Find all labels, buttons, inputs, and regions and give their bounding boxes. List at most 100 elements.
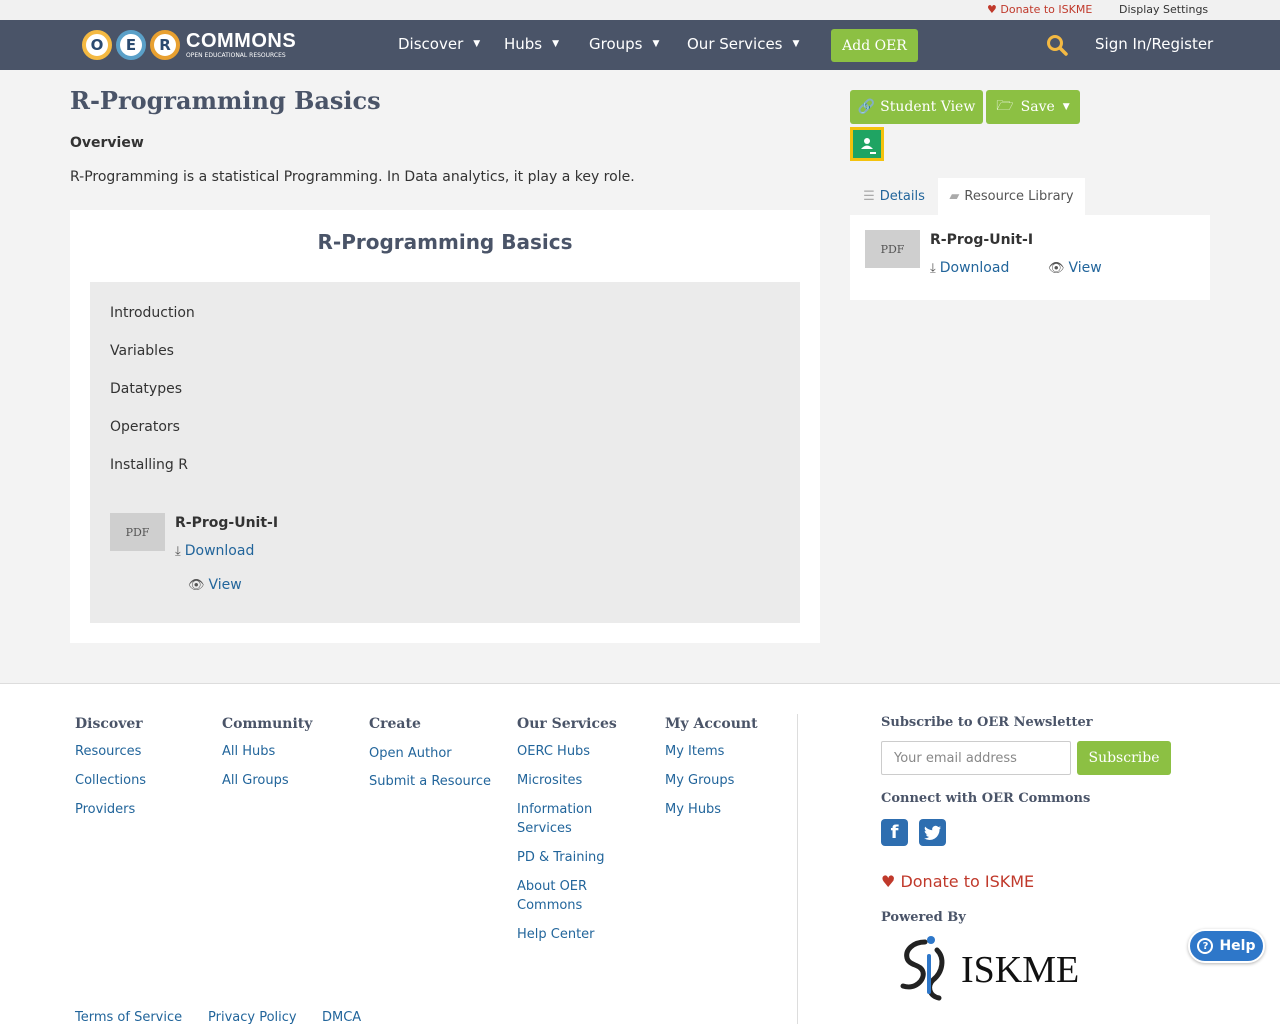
view-label: View [1068,260,1102,276]
save-label: Save [1020,99,1055,115]
topic-item: Installing R [110,457,188,473]
privacy-policy-link[interactable]: Privacy Policy [208,1010,297,1024]
file-name: R-Prog-Unit-I [930,232,1034,248]
list-icon: ☰ [863,189,875,204]
tab-resource-library[interactable]: ▰ Resource Library [938,178,1085,215]
download-link[interactable]: ⤓ Download [930,260,1009,276]
topic-item: Variables [110,343,174,359]
add-oer-button[interactable]: Add OER [831,29,918,62]
twitter-bird-icon [923,825,941,840]
footer-link-all-hubs[interactable]: All Hubs [222,742,275,761]
footer-link-collections[interactable]: Collections [75,771,146,790]
download-icon: ⤓ [175,543,181,559]
link-icon: 🔗 [857,99,876,115]
pdf-file-icon: PDF [110,513,165,551]
footer-link-information-services[interactable]: Information Services [517,800,612,838]
content-panel: Introduction Variables Datatypes Operato… [90,282,800,623]
overview-heading: Overview [70,135,144,151]
main-nav: O E R COMMONS OPEN EDUCATIONAL RESOURCES… [0,20,1280,70]
footer-heading-create: Create [369,716,421,732]
footer-donate-link[interactable]: ♥ Donate to ISKME [881,872,1034,891]
file-name: R-Prog-Unit-I [175,515,279,531]
student-view-button[interactable]: 🔗 Student View [850,90,983,124]
footer-link-pd-training[interactable]: PD & Training [517,848,605,867]
view-label: View [208,577,242,593]
question-icon: ? [1197,938,1214,954]
overview-text: R-Programming is a statistical Programmi… [70,169,635,185]
footer-heading-discover: Discover [75,716,143,732]
logo-word: COMMONS [186,30,297,52]
student-view-label: Student View [880,99,976,115]
view-link[interactable]: 👁 View [1048,260,1102,276]
logo-letter-e: E [116,30,146,60]
heart-icon: ♥ [881,872,896,891]
google-classroom-share-icon[interactable] [850,127,884,161]
sign-in-register-link[interactable]: Sign In/Register [1095,35,1213,53]
classroom-icon [861,138,876,154]
chevron-down-icon: ▼ [552,39,560,49]
topic-item: Introduction [110,305,195,321]
iskme-wordmark: ISKME [961,949,1079,991]
footer: Discover Resources Collections Providers… [0,683,1280,1024]
logo-letter-r: R [150,30,180,60]
footer-heading-my-account: My Account [665,716,758,732]
donate-link[interactable]: ♥ Donate to ISKME [987,3,1092,16]
nav-groups[interactable]: Groups ▼ [589,35,659,53]
footer-link-open-author[interactable]: Open Author [369,744,452,763]
newsletter-heading: Subscribe to OER Newsletter [881,715,1093,730]
chevron-down-icon: ▼ [792,39,800,49]
eye-icon: 👁 [188,577,205,593]
twitter-icon[interactable] [919,819,946,846]
footer-link-microsites[interactable]: Microsites [517,771,582,790]
dmca-link[interactable]: DMCA [322,1010,361,1024]
newsletter-email-input[interactable] [881,741,1071,775]
download-label: Download [184,543,255,559]
connect-heading: Connect with OER Commons [881,791,1091,806]
download-link[interactable]: ⤓ Download [175,543,254,559]
donate-label: Donate to ISKME [1000,3,1093,16]
tab-details[interactable]: ☰ Details [850,178,938,215]
nav-groups-label: Groups [589,35,643,53]
terms-of-service-link[interactable]: Terms of Service [75,1010,182,1024]
iskme-logo[interactable]: ISKME [893,934,1088,1004]
logo-wordmark: COMMONS OPEN EDUCATIONAL RESOURCES [186,31,296,59]
footer-link-about-oer-commons[interactable]: About OER Commons [517,877,612,915]
footer-link-providers[interactable]: Providers [75,800,135,819]
powered-by-label: Powered By [881,910,966,925]
save-button[interactable]: 🗁 Save ▼ [986,90,1080,124]
nav-discover[interactable]: Discover ▼ [398,35,480,53]
subscribe-button[interactable]: Subscribe [1077,741,1171,775]
topic-item: Datatypes [110,381,182,397]
pdf-file-icon: PDF [865,230,920,268]
footer-link-all-groups[interactable]: All Groups [222,771,289,790]
nav-hubs-label: Hubs [504,35,543,53]
display-settings-link[interactable]: Display Settings [1119,3,1208,16]
utility-bar: ♥ Donate to ISKME Display Settings [0,0,1280,20]
footer-link-help-center[interactable]: Help Center [517,925,595,944]
nav-our-services-label: Our Services [687,35,783,53]
nav-hubs[interactable]: Hubs ▼ [504,35,559,53]
nav-our-services[interactable]: Our Services ▼ [687,35,799,53]
oer-commons-logo[interactable]: O E R COMMONS OPEN EDUCATIONAL RESOURCES [82,25,296,65]
chevron-down-icon: ▼ [652,39,660,49]
search-icon[interactable] [1046,34,1068,56]
nav-discover-label: Discover [398,35,464,53]
footer-link-resources[interactable]: Resources [75,742,141,761]
page-title: R-Programming Basics [70,86,381,115]
logo-letter-o: O [82,30,112,60]
card-title: R-Programming Basics [317,230,573,254]
logo-tagline: OPEN EDUCATIONAL RESOURCES [186,52,286,59]
view-link[interactable]: 👁 View [188,577,242,593]
help-label: Help [1219,938,1256,954]
resource-content-card: R-Programming Basics Introduction Variab… [70,210,820,643]
help-button[interactable]: ? Help [1188,929,1265,963]
footer-link-my-hubs[interactable]: My Hubs [665,800,721,819]
topic-item: Operators [110,419,180,435]
footer-link-my-groups[interactable]: My Groups [665,771,734,790]
tab-resource-library-label: Resource Library [964,189,1074,204]
download-icon: ⤓ [930,260,936,276]
footer-link-submit-resource[interactable]: Submit a Resource [369,772,491,791]
footer-link-oerc-hubs[interactable]: OERC Hubs [517,742,590,761]
footer-link-my-items[interactable]: My Items [665,742,724,761]
facebook-icon[interactable]: f [881,819,908,846]
